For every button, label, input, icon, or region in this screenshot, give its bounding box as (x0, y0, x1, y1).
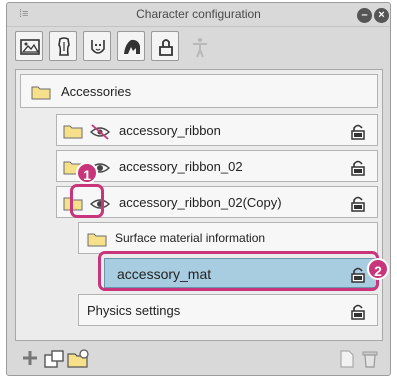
accessory-icon (159, 39, 173, 56)
lock-icon[interactable] (351, 195, 365, 212)
bottom-toolbar (7, 343, 390, 377)
tree-item-label: Surface material information (115, 231, 266, 245)
tree-item-surface-material-information[interactable]: Surface material information (78, 222, 378, 254)
close-button[interactable]: × (374, 8, 389, 23)
tool-body-shape[interactable] (49, 31, 77, 61)
tree-item-label: Accessories (61, 84, 132, 99)
callout-highlight-1 (70, 184, 104, 218)
body-shape-icon (58, 37, 70, 56)
face-icon (91, 40, 105, 54)
title-bar[interactable]: ⁞≡ Character configuration – × (7, 3, 390, 27)
tree-item-physics-settings[interactable]: Physics settings (78, 294, 378, 326)
tree-item-accessory-ribbon-02-copy[interactable]: accessory_ribbon_02(Copy) (56, 186, 378, 218)
trash-icon[interactable] (361, 349, 379, 369)
tree-item-label: accessory_ribbon (119, 123, 221, 138)
tool-scene[interactable] (15, 31, 43, 61)
new-folder-icon[interactable] (43, 349, 65, 369)
tree-item-label: accessory_ribbon_02 (119, 159, 243, 174)
panel-title: Character configuration (136, 7, 261, 21)
lock-icon[interactable] (351, 303, 365, 320)
tree-item-accessory-ribbon[interactable]: accessory_ribbon (56, 114, 378, 146)
callout-highlight-2 (98, 251, 379, 291)
eye-hidden-icon[interactable] (89, 124, 111, 140)
callout-badge-2: 2 (367, 258, 389, 280)
tool-accessory[interactable] (151, 31, 179, 61)
lock-icon[interactable] (351, 123, 365, 140)
duplicate-icon[interactable] (339, 349, 355, 369)
tool-face[interactable] (83, 31, 111, 61)
callout-badge-1: 1 (76, 162, 98, 184)
tree-root-accessories[interactable]: Accessories (20, 74, 378, 108)
hair-icon (124, 39, 140, 54)
category-toolbar (15, 31, 255, 61)
character-configuration-panel: ⁞≡ Character configuration – × Accessori… (6, 2, 391, 376)
minimize-button[interactable]: – (357, 8, 372, 23)
tree-item-accessory-ribbon-02[interactable]: accessory_ribbon_02 (56, 150, 378, 182)
tree-item-label: Physics settings (87, 303, 181, 318)
tool-pose-figure[interactable] (185, 31, 213, 61)
tool-hair[interactable] (117, 31, 145, 61)
add-material-icon[interactable] (67, 349, 91, 369)
folder-icon (63, 125, 83, 139)
folder-icon (87, 233, 107, 247)
scene-icon (20, 39, 40, 55)
lock-icon[interactable] (351, 159, 365, 176)
folder-icon (31, 86, 51, 100)
tree-item-label: accessory_ribbon_02(Copy) (119, 195, 282, 210)
add-icon[interactable] (21, 349, 39, 367)
pose-figure-icon (193, 38, 207, 58)
